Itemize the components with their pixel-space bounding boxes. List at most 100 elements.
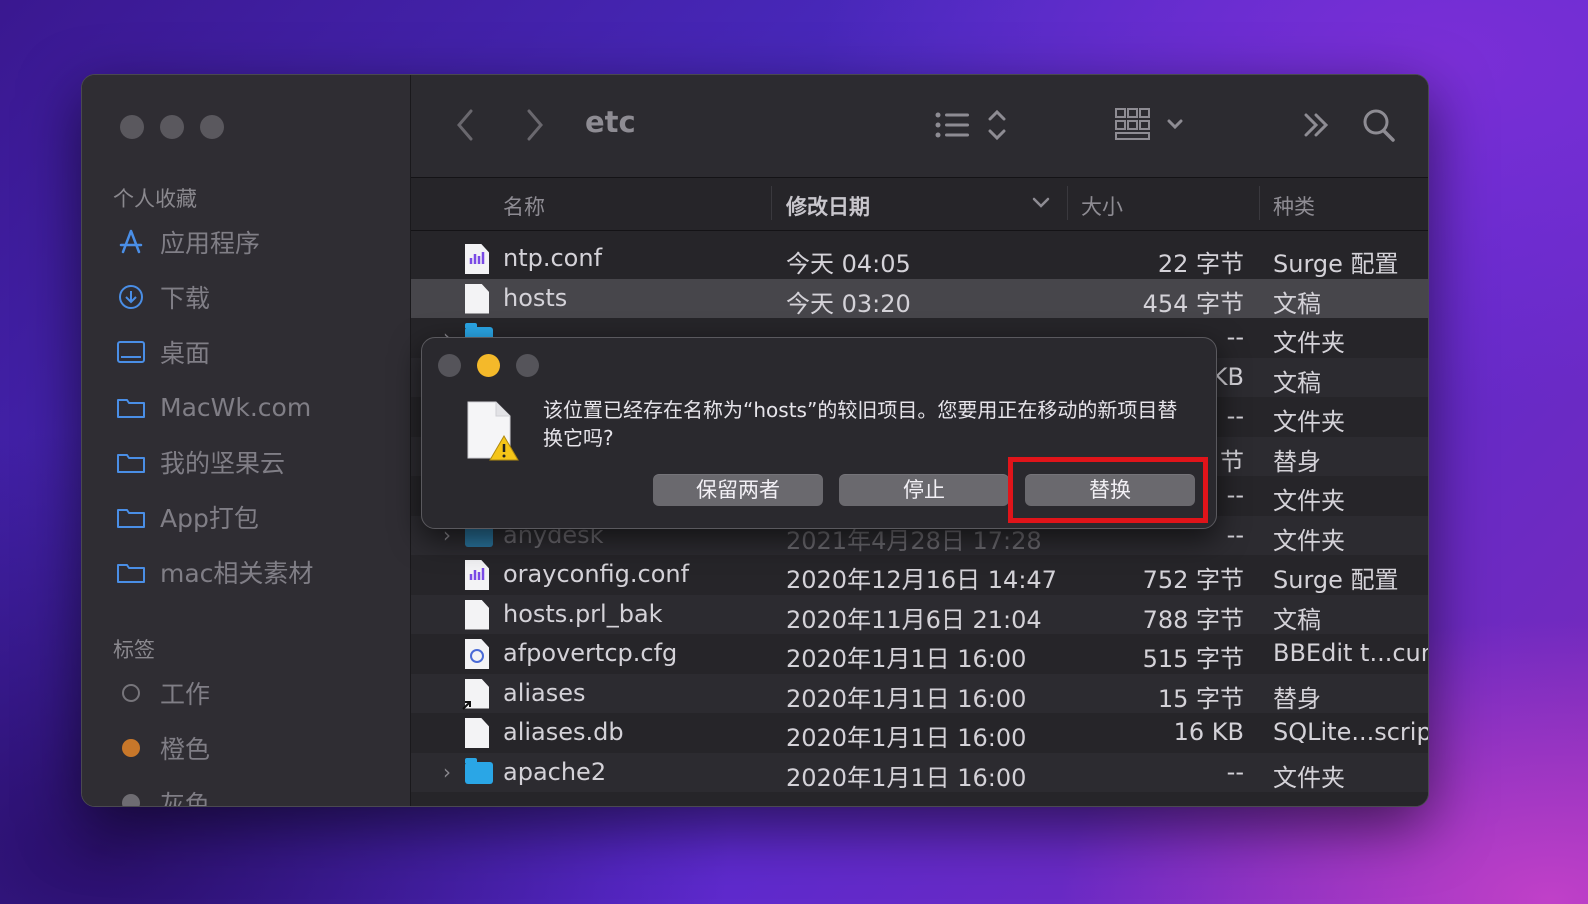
tag-dot-icon [116,733,146,763]
keep-both-button[interactable]: 保留两者 [653,474,823,506]
search-icon[interactable] [1361,105,1397,149]
file-kind: 文稿 [1273,605,1321,634]
file-kind: 替身 [1273,684,1321,713]
sidebar-tag-orange[interactable]: 橙色 [116,728,210,768]
file-row-afpovertcp[interactable]: afpovertcp.cfg 2020年1月1日 16:00 515 字节 BB… [411,634,1428,674]
file-kind: 文件夹 [1273,487,1345,515]
file-row-aliases[interactable]: aliases 2020年1月1日 16:00 15 字节 替身 [411,673,1428,713]
document-icon [465,718,491,748]
close-button[interactable] [438,354,461,377]
folder-icon [465,757,493,788]
applications-icon [116,227,146,257]
file-date: 2020年12月16日 14:47 [786,566,1057,594]
file-size: -- [1226,323,1244,351]
file-name: afpovertcp.cfg [503,639,678,667]
file-size: -- [1226,757,1244,786]
disclosure-chevron-icon[interactable]: › [443,760,451,784]
column-date[interactable]: 修改日期 [786,191,870,221]
sidebar: 个人收藏 应用程序 下载 桌面 MacWk.com 我的坚果云 App打包 ma… [82,75,411,806]
group-view-icon[interactable] [1114,105,1194,149]
list-view-icon[interactable] [934,105,1018,149]
sidebar-item-jianguoyun[interactable]: 我的坚果云 [116,442,285,482]
file-date: 2020年11月6日 21:04 [786,605,1042,634]
file-name: hosts.prl_bak [503,599,663,628]
file-size: 515 字节 [1142,645,1244,673]
tags-header: 标签 [113,638,155,662]
file-row-hosts-prl-bak[interactable]: hosts.prl_bak 2020年11月6日 21:04 788 字节 文稿 [411,594,1428,634]
file-kind: 文稿 [1273,289,1321,318]
zoom-button[interactable] [516,354,539,377]
file-name: hosts [503,283,568,312]
column-separator [771,186,772,220]
favorites-header: 个人收藏 [113,187,197,211]
sidebar-item-downloads[interactable]: 下载 [116,277,210,317]
desktop-icon [116,337,146,367]
downloads-icon [116,282,146,312]
file-date: 2020年1月1日 16:00 [786,763,1027,792]
file-date: 今天 04:05 [786,250,911,278]
surge-config-icon [465,244,491,274]
file-kind: 文件夹 [1273,408,1345,436]
file-row-aliases-db[interactable]: aliases.db 2020年1月1日 16:00 16 KB SQLite.… [411,713,1428,753]
file-size: 22 字节 [1157,250,1244,278]
tag-dot-icon [116,788,146,806]
file-row-apache2[interactable]: › apache2 2020年1月1日 16:00 -- 文件夹 [411,752,1428,792]
sidebar-item-mac-materials[interactable]: mac相关素材 [116,552,313,592]
forward-icon[interactable] [523,105,547,149]
sidebar-item-label: 橙色 [160,735,211,764]
file-kind: 文件夹 [1273,763,1345,792]
file-name: aliases [503,678,586,707]
window-controls [120,115,224,139]
close-button[interactable] [120,115,144,139]
sidebar-item-label: mac相关素材 [160,559,314,588]
sidebar-item-label: MacWk.com [160,392,312,422]
minimize-button[interactable] [477,354,500,377]
column-kind[interactable]: 种类 [1273,191,1315,221]
file-size: -- [1226,481,1244,509]
folder-title: etc [585,105,636,139]
sidebar-tag-work[interactable]: 工作 [116,673,210,713]
file-date: 今天 03:20 [786,289,911,318]
folder-icon [116,557,146,587]
sidebar-item-desktop[interactable]: 桌面 [116,332,210,372]
document-icon [465,599,491,630]
file-date: 2020年1月1日 16:00 [786,645,1027,673]
file-date: 2020年1月1日 16:00 [786,724,1027,752]
file-kind: SQLite...script [1273,718,1429,746]
sidebar-item-applications[interactable]: 应用程序 [116,222,260,262]
sidebar-item-app-package[interactable]: App打包 [116,497,259,537]
file-size: 节 [1220,447,1244,476]
sidebar-item-macwk[interactable]: MacWk.com [116,387,311,427]
file-kind: 替身 [1273,447,1321,476]
file-kind: Surge 配置 [1273,250,1399,278]
file-name: orayconfig.conf [503,560,690,588]
file-name: aliases.db [503,718,624,746]
sidebar-item-label: 应用程序 [160,229,261,258]
toolbar: etc [411,75,1428,178]
sidebar-item-label: 工作 [160,680,211,709]
column-size[interactable]: 大小 [1081,191,1123,221]
zoom-button[interactable] [200,115,224,139]
stop-button[interactable]: 停止 [839,474,1009,506]
column-separator [1067,186,1068,220]
column-name[interactable]: 名称 [503,191,545,221]
minimize-button[interactable] [160,115,184,139]
column-headers: 名称 修改日期 大小 种类 [411,178,1428,231]
sort-chevron-down-icon [1031,192,1051,216]
more-icon[interactable] [1302,105,1332,149]
file-size: 454 字节 [1142,289,1244,318]
file-kind: 文件夹 [1273,526,1345,555]
column-separator [1259,186,1260,220]
back-icon[interactable] [453,105,477,149]
file-size: 788 字节 [1142,605,1244,634]
sidebar-tag-gray[interactable]: 灰色 [116,783,210,806]
file-row-orayconfig[interactable]: orayconfig.conf 2020年12月16日 14:47 752 字节… [411,555,1428,595]
surge-config-icon [465,560,491,590]
file-name: ntp.conf [503,244,603,272]
file-kind: BBEdit t...cum [1273,639,1429,667]
file-row-ntp[interactable]: ntp.conf 今天 04:05 22 字节 Surge 配置 [411,239,1428,279]
folder-icon [116,447,146,477]
file-row-hosts[interactable]: hosts 今天 03:20 454 字节 文稿 [411,278,1428,318]
sidebar-item-label: 我的坚果云 [160,449,286,478]
sidebar-item-label: 桌面 [160,339,211,368]
